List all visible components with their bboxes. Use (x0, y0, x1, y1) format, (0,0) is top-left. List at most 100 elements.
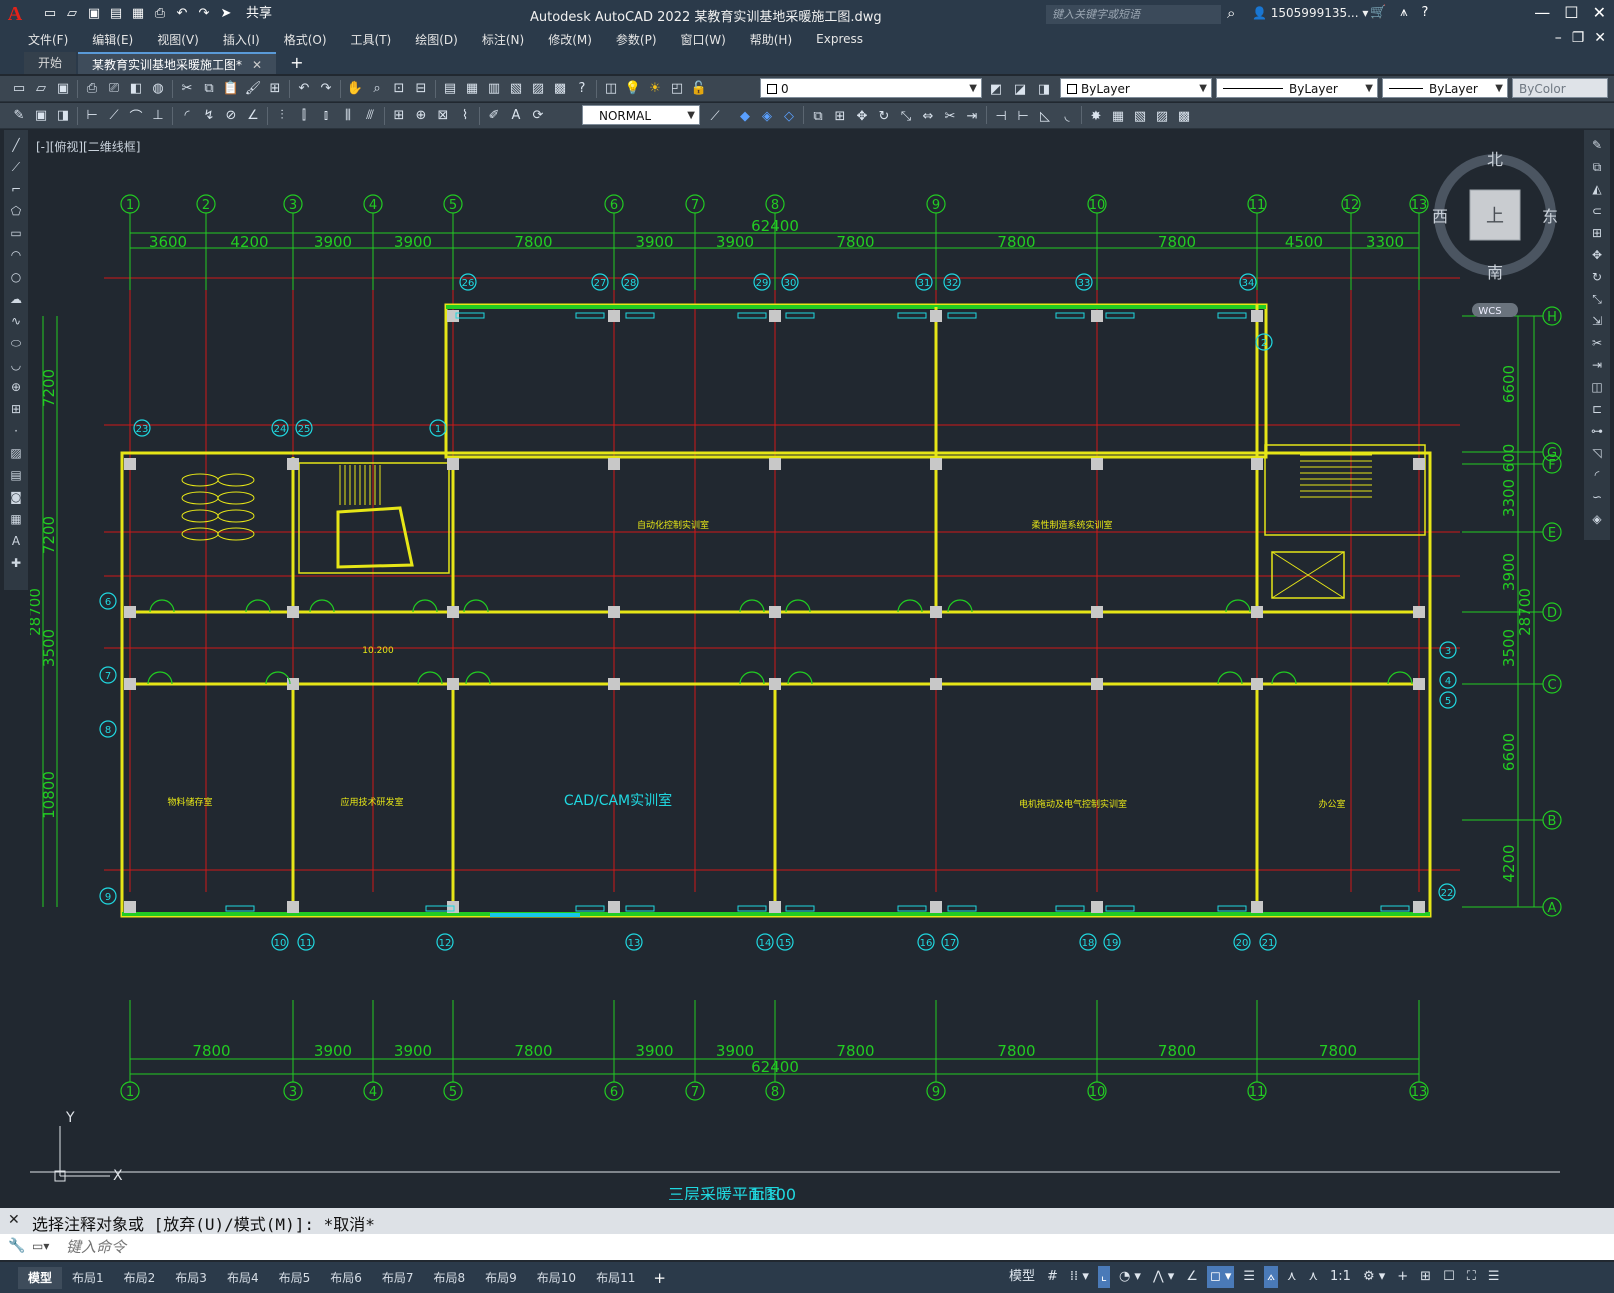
array-icon[interactable]: ⊞ (829, 106, 851, 126)
rectangle-icon[interactable]: ▭ (7, 224, 25, 242)
region-icon[interactable]: ◙ (7, 488, 25, 506)
undo-tool-icon[interactable]: ↶ (293, 79, 315, 99)
menu-view[interactable]: 视图(V) (145, 31, 211, 48)
snap-icon[interactable]: ⁞⁞ ▾ (1067, 1266, 1092, 1288)
layer-freeze-icon[interactable]: ☀ (644, 79, 666, 99)
break-point-icon[interactable]: ◫ (1588, 378, 1606, 396)
baseline-dim-icon[interactable]: ⫿ (293, 106, 315, 126)
layout-tab[interactable]: 布局6 (320, 1267, 372, 1289)
menu-file[interactable]: 文件(F) (16, 31, 80, 48)
group-icon[interactable]: ▦ (1107, 106, 1129, 126)
layout-tab[interactable]: 布局10 (527, 1267, 586, 1289)
layout-tab[interactable]: 布局11 (586, 1267, 645, 1289)
annotation-monitor-icon[interactable]: + (1394, 1266, 1411, 1288)
add-layout-button[interactable]: + (645, 1269, 674, 1287)
cart-icon[interactable]: 🛒 (1370, 5, 1386, 20)
command-input[interactable] (66, 1236, 1466, 1258)
menu-edit[interactable]: 编辑(E) (80, 31, 145, 48)
linetype-dropdown[interactable]: ByLayer ▼ (1216, 78, 1378, 98)
tool-palettes-icon[interactable]: ▥ (483, 79, 505, 99)
saveas-icon[interactable]: ▤ (108, 6, 124, 22)
polyline-icon[interactable]: ⌐ (7, 180, 25, 198)
selection-cycling-icon[interactable]: ⟑ (1264, 1266, 1278, 1288)
layout-tab[interactable]: 布局5 (269, 1267, 321, 1289)
explode-tool-icon[interactable]: ◈ (1588, 510, 1606, 528)
new-icon[interactable]: ▭ (42, 6, 58, 22)
tab-drawing[interactable]: 某教育实训基地采暖施工图* ✕ (78, 52, 277, 74)
chamfer-icon[interactable]: ◺ (1034, 106, 1056, 126)
layout-tab[interactable]: 布局2 (114, 1267, 166, 1289)
lineweight-icon[interactable]: ☰ (1240, 1266, 1258, 1288)
help-tool-icon[interactable]: ? (571, 79, 593, 99)
tab-start[interactable]: 开始 (24, 52, 77, 74)
dimstyle-dropdown[interactable]: NORMAL ▼ (582, 105, 700, 125)
dim-break-icon[interactable]: ⫻ (359, 106, 381, 126)
print-icon[interactable]: ⎙ (81, 79, 103, 99)
menu-express[interactable]: Express (804, 32, 875, 46)
calculator-icon[interactable]: ▩ (549, 79, 571, 99)
move-icon[interactable]: ✥ (851, 106, 873, 126)
dim-space-icon[interactable]: ⫼ (337, 106, 359, 126)
offset-icon[interactable]: ⧉ (807, 106, 829, 126)
sheet-set-icon[interactable]: ▧ (505, 79, 527, 99)
menu-parametric[interactable]: 参数(P) (604, 31, 669, 48)
edit-tool-icon[interactable]: ✎ (8, 106, 30, 126)
layout-tab[interactable]: 布局3 (165, 1267, 217, 1289)
table-icon[interactable]: ▦ (7, 510, 25, 528)
layout-tab[interactable]: 布局7 (372, 1267, 424, 1289)
linear-dim-icon[interactable]: ⊢ (81, 106, 103, 126)
layer-manager-icon[interactable]: ◫ (600, 79, 622, 99)
layer-previous-icon[interactable]: ◪ (1009, 79, 1031, 99)
extend-icon[interactable]: ⇥ (961, 106, 983, 126)
doc-close-icon[interactable]: ✕ (1594, 30, 1606, 46)
undo-icon[interactable]: ↶ (174, 6, 190, 22)
menu-tools[interactable]: 工具(T) (339, 31, 404, 48)
layer-lock-icon[interactable]: 🔓 (688, 79, 710, 99)
trim-icon[interactable]: ✂ (939, 106, 961, 126)
share-icon[interactable]: ➤ (218, 6, 234, 22)
workspace-icon[interactable]: ⚙ ▾ (1360, 1266, 1388, 1288)
blend-icon[interactable]: ∽ (1588, 488, 1606, 506)
copy-object-icon[interactable]: ◈ (756, 106, 778, 126)
menu-format[interactable]: 格式(O) (272, 31, 339, 48)
layout-tab[interactable]: 布局8 (424, 1267, 476, 1289)
arc-icon[interactable]: ◠ (7, 246, 25, 264)
make-current-icon[interactable]: ◩ (985, 79, 1007, 99)
erase-tool-icon[interactable]: ✎ (1588, 136, 1606, 154)
match-prop-icon[interactable]: 🖌 (242, 79, 264, 99)
new-tab-button[interactable]: + (278, 52, 315, 74)
dim-text-edit-icon[interactable]: A (505, 106, 527, 126)
customization-icon[interactable]: ☰ (1485, 1266, 1503, 1288)
layout-tab[interactable]: 布局4 (217, 1267, 269, 1289)
jogged-linear-icon[interactable]: ⌇ (454, 106, 476, 126)
line-icon[interactable]: ╱ (7, 136, 25, 154)
units-icon[interactable]: ⊞ (1417, 1266, 1434, 1288)
close-command-icon[interactable]: ✕ (8, 1212, 20, 1228)
arc-length-icon[interactable]: ⌒ (125, 106, 147, 126)
ungroup-icon[interactable]: ▧ (1129, 106, 1151, 126)
draw-order-icon[interactable]: ▨ (1151, 106, 1173, 126)
menu-dimension[interactable]: 标注(N) (470, 31, 536, 48)
copy-tool-icon[interactable]: ⧉ (1588, 158, 1606, 176)
properties-icon[interactable]: ▤ (439, 79, 461, 99)
layout-tab[interactable]: 布局9 (475, 1267, 527, 1289)
plot-icon[interactable]: ⎙ (152, 6, 168, 22)
move-tool-icon[interactable]: ✥ (1588, 246, 1606, 264)
zoom-window-icon[interactable]: ⊡ (388, 79, 410, 99)
layout-tab[interactable]: 布局1 (62, 1267, 114, 1289)
gradient-icon[interactable]: ▤ (7, 466, 25, 484)
globe-icon[interactable]: ◍ (147, 79, 169, 99)
menu-window[interactable]: 窗口(W) (669, 31, 738, 48)
zoom-previous-icon[interactable]: ⊟ (410, 79, 432, 99)
chamfer-tool-icon[interactable]: ◹ (1588, 444, 1606, 462)
recent-commands-icon[interactable]: ▭▾ (32, 1239, 49, 1253)
offset-tool-icon[interactable]: ⊂ (1588, 202, 1606, 220)
minimize-icon[interactable]: — (1534, 3, 1550, 22)
quick-dim-icon[interactable]: ⫶ (271, 106, 293, 126)
stretch-icon[interactable]: ⇔ (917, 106, 939, 126)
osnap-icon[interactable]: ◻ ▾ (1206, 1266, 1235, 1288)
plotstyle-dropdown[interactable]: ByColor (1512, 78, 1608, 98)
model-space-label[interactable]: 模型 (1006, 1266, 1038, 1288)
close-icon[interactable]: ✕ (1593, 3, 1606, 22)
break-icon[interactable]: ⊣ (990, 106, 1012, 126)
